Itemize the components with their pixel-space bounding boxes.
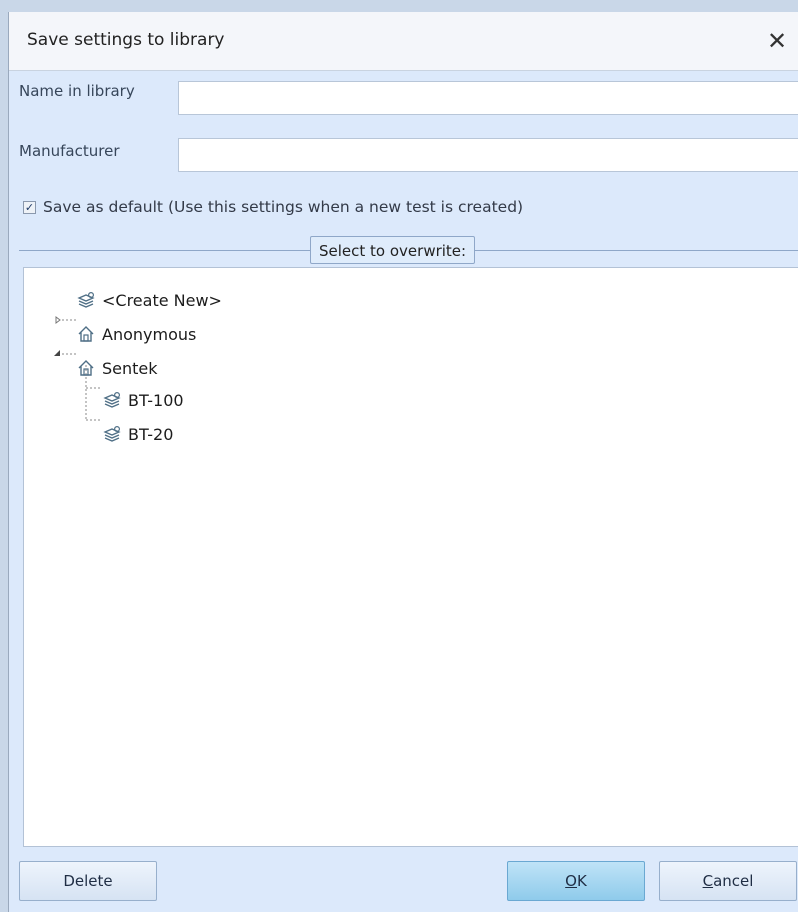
close-icon[interactable]: ✕ (755, 24, 798, 58)
cancel-label-rest: ancel (713, 872, 754, 890)
settings-stack-icon (77, 291, 95, 308)
tree-node-sentek[interactable]: Sentek (76, 356, 158, 380)
tree-node-create-new[interactable]: <Create New> (76, 288, 222, 312)
home-icon (78, 360, 94, 376)
library-tree[interactable]: <Create New> Anonymous Sentek BT-100 BT-… (23, 267, 798, 847)
save-as-default-label: Save as default (Use this settings when … (43, 198, 524, 216)
manufacturer-label: Manufacturer (19, 142, 120, 160)
name-in-library-label: Name in library (19, 82, 135, 100)
save-as-default-checkbox[interactable]: ✓ (23, 200, 36, 214)
delete-button[interactable]: Delete (19, 861, 157, 901)
home-icon (78, 326, 94, 342)
ok-button[interactable]: OK (507, 861, 645, 901)
tree-node-label: BT-100 (128, 390, 184, 410)
cancel-button[interactable]: Cancel (659, 861, 797, 901)
manufacturer-input[interactable] (178, 138, 798, 172)
settings-stack-icon (103, 425, 121, 442)
tree-node-bt-100[interactable]: BT-100 (102, 388, 184, 412)
tree-node-label: Sentek (102, 358, 158, 378)
name-in-library-input[interactable] (178, 81, 798, 115)
select-to-overwrite-caption: Select to overwrite: (310, 236, 476, 264)
tree-node-label: BT-20 (128, 424, 174, 444)
settings-stack-icon (103, 391, 121, 408)
tree-node-bt-20[interactable]: BT-20 (102, 422, 173, 446)
dialog-title: Save settings to library (27, 30, 225, 50)
save-settings-dialog: Save settings to library ✕ Name in libra… (8, 12, 798, 912)
ok-label-rest: K (576, 872, 587, 890)
title-bar: Save settings to library ✕ (9, 12, 798, 71)
cancel-mnemonic: C (702, 872, 714, 890)
tree-node-label: <Create New> (102, 290, 222, 310)
save-as-default-row[interactable]: ✓ Save as default (Use this settings whe… (23, 197, 523, 217)
ok-mnemonic: O (565, 872, 577, 890)
tree-node-label: Anonymous (102, 324, 197, 344)
tree-node-anonymous[interactable]: Anonymous (76, 322, 196, 346)
